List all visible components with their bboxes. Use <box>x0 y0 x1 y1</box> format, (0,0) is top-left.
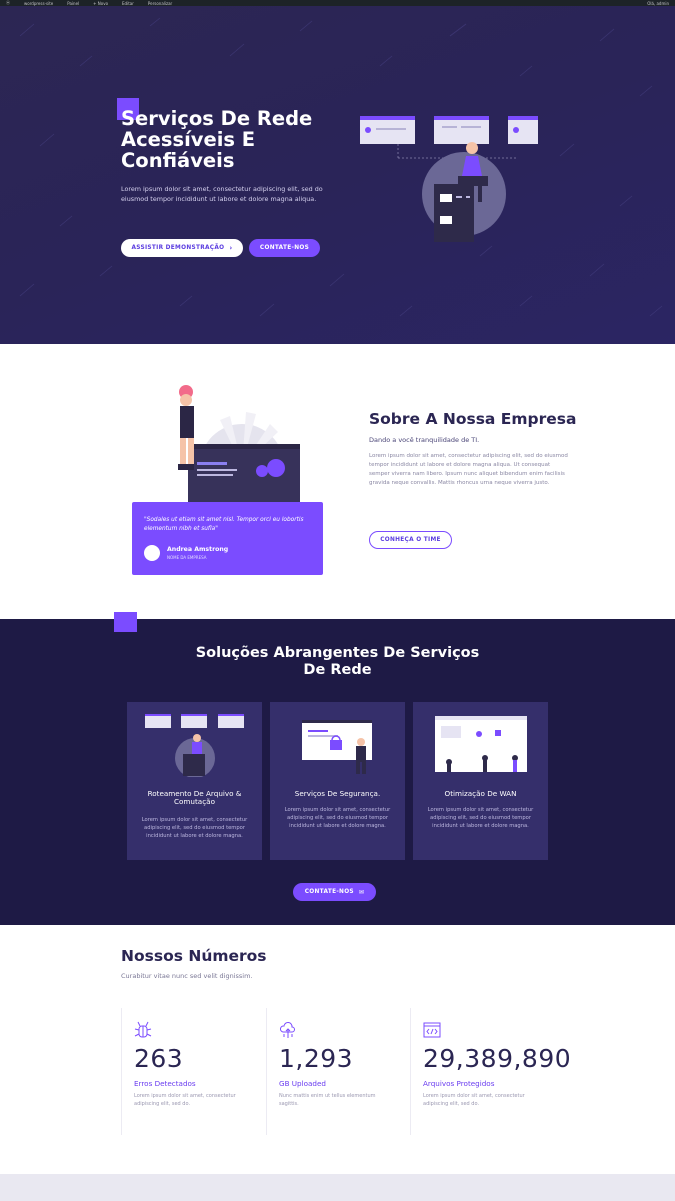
chevron-right-icon: › <box>229 244 233 252</box>
solutions-section: Soluções Abrangentes De Serviços De Rede… <box>0 612 675 925</box>
stat-label: Erros Detectados <box>134 1079 196 1088</box>
avatar <box>144 545 160 561</box>
service-card-title: Serviços De Segurança. <box>294 789 381 798</box>
service-card-title: Roteamento De Arquivo & Comutação <box>147 789 242 806</box>
solutions-title: Soluções Abrangentes De Serviços De Rede <box>195 645 480 678</box>
hero-section: Serviços De Rede Acessíveis E Confiáveis… <box>0 6 675 344</box>
admin-edit[interactable]: Editar <box>122 1 134 6</box>
stat-body: Nunc mattis enim ut tellus elementum sag… <box>279 1093 376 1107</box>
envelope-icon: ✉ <box>358 888 365 896</box>
stat-value: 29,389,890 <box>423 1044 572 1073</box>
routing-illustration <box>145 714 244 777</box>
watch-demo-label: ASSISTIR DEMONSTRAÇÃO <box>131 245 225 251</box>
stat-uploaded: 1,293 GB Uploaded Nunc mattis enim ut te… <box>266 1008 404 1135</box>
stat-protected: 29,389,890 Arquivos Protegidos Lorem ips… <box>410 1008 610 1135</box>
bug-icon <box>134 1021 152 1038</box>
code-icon <box>423 1022 441 1038</box>
solutions-accent-square <box>114 612 137 632</box>
security-illustration <box>302 720 372 774</box>
numbers-subtitle: Curabitur vitae nunc sed velit dignissim… <box>121 972 253 980</box>
about-illustration <box>178 385 300 508</box>
stat-body: Lorem ipsum dolor sit amet, consectetur … <box>423 1093 525 1107</box>
cloud-upload-icon <box>279 1022 295 1038</box>
stat-label: GB Uploaded <box>279 1079 326 1088</box>
admin-dashboard[interactable]: Painel <box>67 1 79 6</box>
admin-customize[interactable]: Personalizar <box>148 1 172 6</box>
stat-value: 1,293 <box>279 1044 354 1073</box>
admin-new[interactable]: + Novo <box>93 1 108 6</box>
service-card-body: Lorem ipsum dolor sit amet, consectetur … <box>427 807 534 829</box>
hero-title: Serviços De Rede Acessíveis E Confiáveis <box>121 107 313 172</box>
watch-demo-button[interactable]: ASSISTIR DEMONSTRAÇÃO › <box>121 239 243 257</box>
stat-label: Arquivos Protegidos <box>423 1079 495 1088</box>
testimonial-company: NOME DA EMPRESA <box>167 555 207 560</box>
service-card-security[interactable]: Serviços De Segurança. Lorem ipsum dolor… <box>270 702 405 860</box>
solutions-contact-label: CONTATE-NOS <box>304 889 354 895</box>
hero-illustration <box>360 116 538 242</box>
service-card-routing[interactable]: Roteamento De Arquivo & Comutação Lorem … <box>127 702 262 860</box>
stat-body: Lorem ipsum dolor sit amet, consectetur … <box>134 1093 236 1107</box>
hero-streak-pattern <box>19 17 663 317</box>
hero-lead-text: Lorem ipsum dolor sit amet, consectetur … <box>121 185 323 203</box>
stat-value: 263 <box>134 1044 184 1073</box>
admin-site-name[interactable]: wordpress-site <box>24 1 53 6</box>
about-section: "Sodales ut etiam sit amet nisl. Tempor … <box>0 344 675 619</box>
testimonial-name: Andrea Amstrong <box>167 546 229 553</box>
solutions-contact-button[interactable]: CONTATE-NOS ✉ <box>293 883 376 901</box>
hero-contact-button[interactable]: CONTATE-NOS <box>249 239 320 257</box>
about-title: Sobre A Nossa Empresa <box>369 410 577 428</box>
meet-team-button[interactable]: CONHEÇA O TIME <box>369 531 452 549</box>
testimonial-quote: "Sodales ut etiam sit amet nisl. Tempor … <box>144 517 304 532</box>
numbers-title: Nossos Números <box>121 947 267 965</box>
stat-errors: 263 Erros Detectados Lorem ipsum dolor s… <box>121 1008 259 1135</box>
testimonial-card: "Sodales ut etiam sit amet nisl. Tempor … <box>132 502 323 575</box>
wan-illustration <box>435 716 527 772</box>
about-subtitle: Dando a você tranquilidade de TI. <box>369 436 480 444</box>
footer-strip <box>0 1174 675 1201</box>
admin-user[interactable]: Olá, admin <box>647 1 669 6</box>
about-body: Lorem ipsum dolor sit amet, consectetur … <box>369 453 568 486</box>
service-card-title: Otimização De WAN <box>444 789 517 798</box>
hero-contact-label: CONTATE-NOS <box>259 245 310 251</box>
service-card-body: Lorem ipsum dolor sit amet, consectetur … <box>141 817 248 839</box>
numbers-section: Nossos Números Curabitur vitae nunc sed … <box>0 925 675 1174</box>
service-card-wan[interactable]: Otimização De WAN Lorem ipsum dolor sit … <box>413 702 548 860</box>
meet-team-label: CONHEÇA O TIME <box>380 537 441 543</box>
service-card-body: Lorem ipsum dolor sit amet, consectetur … <box>284 807 391 829</box>
